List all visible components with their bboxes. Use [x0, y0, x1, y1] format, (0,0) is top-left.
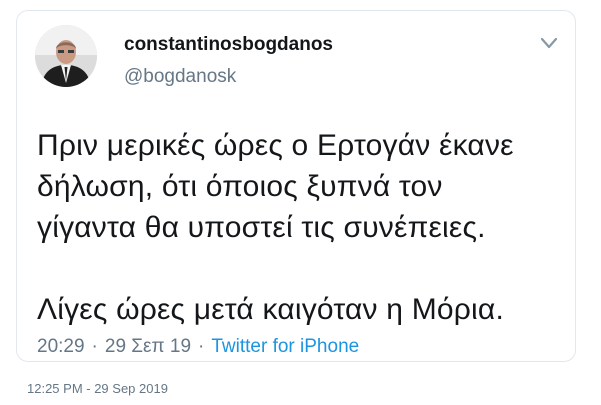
tweet-metadata: 20:29 · 29 Σεπ 19 · Twitter for iPhone — [37, 336, 359, 358]
tweet-text: Πριν μερικές ώρες ο Ερτογάν έκανε δήλωση… — [37, 129, 514, 326]
separator: · — [91, 336, 98, 357]
tweet-card: constantinosbogdanos @bogdanosk Πριν μερ… — [16, 10, 576, 362]
separator: · — [198, 336, 205, 357]
avatar[interactable] — [35, 25, 97, 87]
author-display-name[interactable]: constantinosbogdanos — [124, 34, 333, 56]
avatar-image — [35, 25, 97, 87]
tweet-time[interactable]: 20:29 — [37, 336, 85, 357]
tweet-date[interactable]: 29 Σεπ 19 — [105, 336, 191, 357]
chevron-down-icon[interactable] — [541, 37, 557, 49]
tweet-source-link[interactable]: Twitter for iPhone — [211, 336, 359, 357]
capture-timestamp: 12:25 PM - 29 Sep 2019 — [27, 381, 168, 396]
author-handle[interactable]: @bogdanosk — [124, 66, 236, 88]
